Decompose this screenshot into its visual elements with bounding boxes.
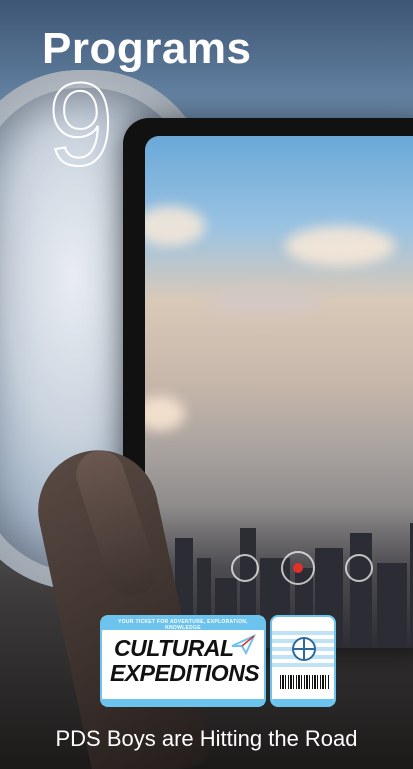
ticket-tagline: YOUR TICKET FOR ADVENTURE, EXPLORATION, … [118,619,248,631]
barcode-icon [280,675,330,689]
camera-control-icon[interactable] [231,554,259,582]
stub-band-bottom [272,699,334,705]
ticket-band: YOUR TICKET FOR ADVENTURE, EXPLORATION, … [102,617,264,631]
camera-control-icon[interactable] [345,554,373,582]
program-number: 9 [47,59,115,191]
tablet-screen [145,136,413,648]
ticket-main: YOUR TICKET FOR ADVENTURE, EXPLORATION, … [100,615,266,707]
cloud [285,226,395,266]
brand-line-2: EXPEDITIONS [110,660,260,686]
cloud [205,286,325,316]
brand-line-1: CULTURAL [114,635,234,661]
ticket-band-bottom [102,699,264,705]
record-button[interactable] [281,551,315,585]
cloud [145,206,205,246]
globe-icon [292,637,316,661]
program-card[interactable]: Programs 9 YOUR TICKET FOR ADVENTURE, EX… [0,0,413,769]
paper-plane-icon [231,633,256,655]
cloud [145,396,185,431]
caption: PDS Boys are Hitting the Road [55,726,358,751]
ticket-stub [270,615,336,707]
cultural-expeditions-ticket[interactable]: YOUR TICKET FOR ADVENTURE, EXPLORATION, … [100,615,336,707]
